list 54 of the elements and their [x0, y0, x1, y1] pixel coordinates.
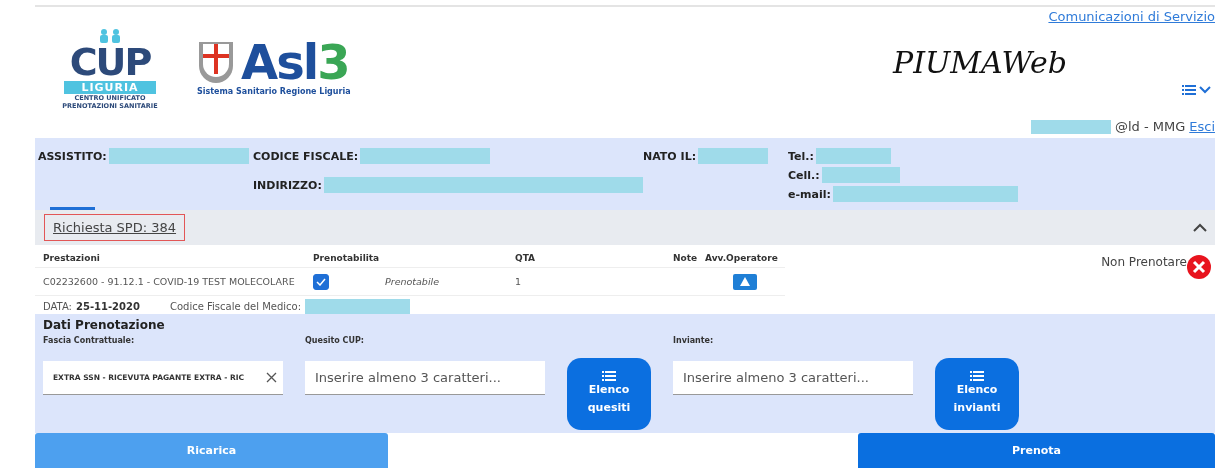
field-label: NATO IL: — [643, 149, 697, 163]
column-header: Note — [665, 251, 697, 269]
section-title: Dati Prenotazione — [43, 318, 166, 333]
exclude-label: Non Prenotare — [1101, 255, 1187, 270]
warning-button[interactable] — [733, 273, 757, 290]
column-header: Prestazioni — [35, 251, 305, 269]
field-label: ASSISTITO: — [38, 149, 107, 163]
redacted-value — [698, 148, 769, 165]
field-label: Cell.: — [788, 168, 820, 182]
list-button[interactable]: Elenco quesiti — [567, 358, 651, 431]
field-label: Quesito CUP: — [305, 336, 365, 346]
field-label: INDIRIZZO: — [253, 178, 322, 192]
date-label: DATA: — [43, 301, 72, 313]
column-header: Prenotabilita — [305, 251, 507, 269]
menu-icon — [1182, 84, 1196, 95]
list-icon — [602, 371, 616, 382]
user-role: @ld - MMG — [1114, 119, 1186, 135]
logo-text: LIGURIA — [64, 80, 156, 94]
field-label: CODICE FISCALE: — [253, 149, 359, 163]
field-label: Fascia Contrattuale: — [43, 336, 136, 346]
column-header: QTA — [507, 251, 665, 269]
clear-icon[interactable] — [266, 372, 277, 384]
field-label: Inviante: — [673, 336, 715, 346]
list-icon — [970, 371, 984, 382]
reload-button[interactable]: Ricarica — [35, 433, 388, 468]
logout-link[interactable]: Esci — [1189, 119, 1215, 135]
column-header: Avv.Operatore — [697, 251, 785, 269]
date-value: 25-11-2020 — [75, 301, 140, 313]
logo-text: CUP — [69, 42, 151, 81]
submit-button[interactable]: Prenota — [858, 433, 1215, 468]
request-link[interactable]: Richiesta SPD: 384 — [44, 213, 186, 241]
shield-icon — [197, 39, 235, 84]
logo-text: Asl — [241, 36, 318, 87]
app-title: PIUMAWeb — [893, 44, 1067, 80]
field-label: Tel.: — [788, 149, 814, 163]
search-field[interactable]: Inserire almeno 3 caratteri... — [305, 361, 545, 396]
tab-indicator — [50, 206, 95, 210]
menu-button[interactable] — [1182, 84, 1211, 95]
logo-text: 3 — [317, 36, 351, 87]
search-field[interactable]: Inserire almeno 3 caratteri... — [673, 361, 913, 396]
checkmark-icon — [316, 277, 326, 286]
service-link[interactable]: Comunicazioni di Servizio — [1048, 8, 1215, 24]
warning-icon — [740, 277, 750, 287]
close-icon[interactable] — [1187, 255, 1211, 280]
table-cell: C02232600 - 91.12.1 - COVID-19 TEST MOLECOLARE — [35, 268, 305, 297]
list-button[interactable]: Elenco invianti — [935, 358, 1019, 431]
table-cell: Prenotabile — [377, 268, 507, 297]
doctor-label: Codice Fiscale del Medico: — [169, 301, 302, 313]
field-label: e-mail: — [788, 187, 831, 201]
accordion-header[interactable]: Richiesta SPD: 384 — [35, 209, 1215, 246]
logo-tagline: Sistema Sanitario Regione Liguria — [197, 86, 351, 97]
table-cell: 1 — [507, 268, 665, 297]
chevron-down-icon — [1199, 85, 1211, 94]
checkbox[interactable] — [313, 273, 329, 290]
